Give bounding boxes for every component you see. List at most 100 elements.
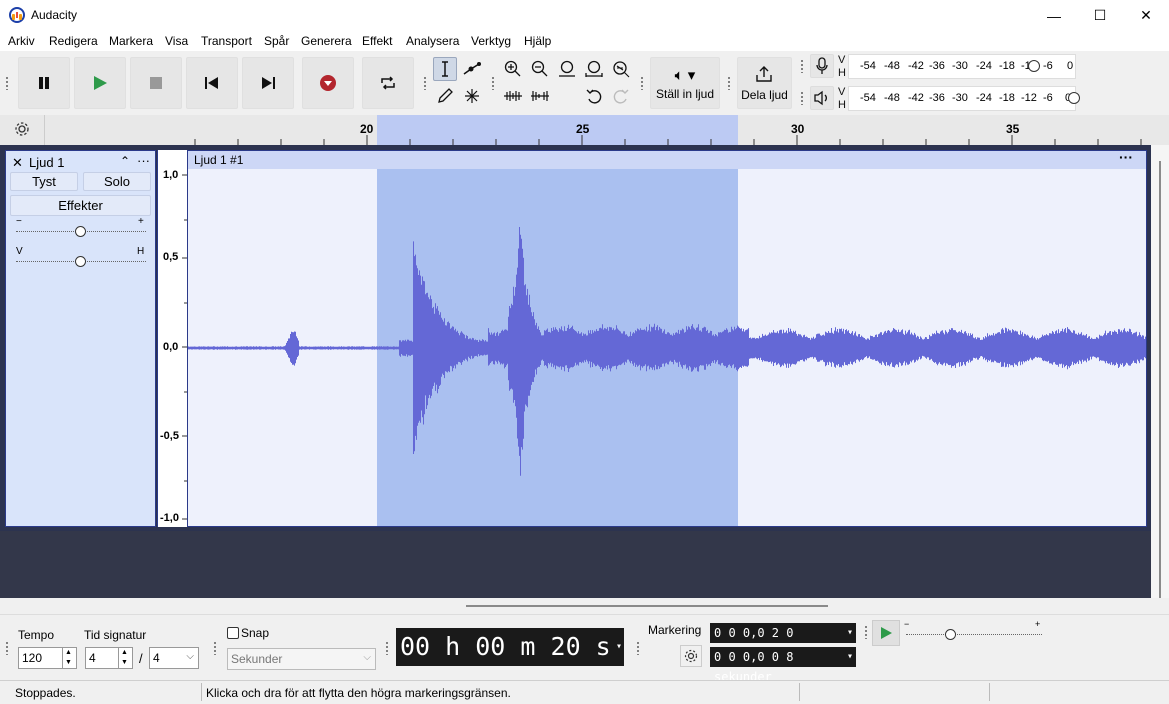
status-state: Stoppades.: [15, 686, 76, 700]
meter-tick: -6: [1043, 92, 1053, 104]
zoom-in-button[interactable]: [501, 57, 525, 81]
toolbar-grip[interactable]: [727, 76, 731, 90]
menu-analysera[interactable]: Analysera: [406, 34, 459, 48]
waveform[interactable]: [188, 168, 1146, 526]
toolbar: 🔈︎ ▾ Ställ in ljud Dela ljud V H V H -54…: [0, 51, 1169, 115]
horizontal-scroll-thumb[interactable]: [466, 605, 828, 607]
menu-hjalp[interactable]: Hjälp: [524, 34, 551, 48]
clip-menu-icon[interactable]: ···: [1119, 149, 1133, 165]
menu-redigera[interactable]: Redigera: [49, 34, 98, 48]
maximize-button[interactable]: ☐: [1077, 0, 1123, 31]
maximize-icon: ☐: [1093, 7, 1107, 23]
skip-end-button[interactable]: [242, 57, 294, 109]
time-signature-denominator[interactable]: 4 ⌵: [149, 647, 199, 669]
multi-tool-icon: [465, 89, 479, 103]
scale-label: 1,0: [163, 169, 179, 181]
toolbar-grip[interactable]: [491, 76, 495, 90]
skip-start-icon: [205, 77, 218, 89]
track-menu-icon[interactable]: ···: [137, 153, 150, 168]
silence-button[interactable]: [528, 84, 552, 108]
toolbar-grip[interactable]: [423, 76, 427, 90]
timeline-ruler[interactable]: 20 25 30 35: [0, 115, 1169, 145]
snap-unit-select[interactable]: Sekunder ⌵: [227, 648, 376, 670]
envelope-tool-button[interactable]: [460, 57, 484, 81]
playback-meter-button[interactable]: [810, 86, 834, 110]
toolbar-grip[interactable]: [864, 625, 868, 639]
skip-start-button[interactable]: [186, 57, 238, 109]
trim-button[interactable]: [501, 84, 525, 108]
time-display[interactable]: 00 h 00 m 20 s ▾: [396, 628, 624, 666]
zoom-toggle-button[interactable]: [609, 57, 633, 81]
clip-name[interactable]: Ljud 1 #1: [194, 153, 243, 167]
audio-clip[interactable]: [187, 150, 1147, 527]
vertical-scrollbar[interactable]: [1151, 145, 1169, 598]
empty-track-space[interactable]: [0, 531, 1151, 598]
toolbar-grip[interactable]: [636, 641, 640, 655]
vertical-scroll-thumb[interactable]: [1159, 161, 1161, 598]
audio-setup-button[interactable]: 🔈︎ ▾ Ställ in ljud: [650, 57, 720, 109]
menu-markera[interactable]: Markera: [109, 34, 153, 48]
menu-generera[interactable]: Generera: [301, 34, 352, 48]
time-signature-separator: /: [139, 651, 143, 666]
tempo-label: Tempo: [18, 628, 55, 642]
fit-selection-button[interactable]: [555, 57, 579, 81]
selection-end-value: 0 0 0,0 0 8 sekunder: [714, 650, 794, 684]
zoom-fit-icon: [585, 60, 603, 77]
selection-tool-button[interactable]: [433, 57, 457, 81]
menu-effekt[interactable]: Effekt: [362, 34, 392, 48]
record-button[interactable]: [302, 57, 354, 109]
share-audio-button[interactable]: Dela ljud: [737, 57, 792, 109]
playback-speed-slider-track[interactable]: [906, 634, 1042, 635]
zoom-out-button[interactable]: [528, 57, 552, 81]
playback-speed-slider-thumb[interactable]: [945, 629, 956, 640]
mute-button[interactable]: Tyst: [10, 172, 78, 191]
pan-slider-thumb[interactable]: [75, 256, 86, 267]
track-name[interactable]: Ljud 1: [29, 155, 64, 170]
close-track-icon[interactable]: ✕: [12, 155, 23, 171]
meter-tick: -6: [1043, 60, 1053, 72]
snap-checkbox[interactable]: [227, 627, 239, 639]
numerator-spinner-icon[interactable]: ▲ ▼: [118, 648, 128, 668]
menu-verktyg[interactable]: Verktyg: [471, 34, 511, 48]
toolbar-grip[interactable]: [800, 59, 804, 73]
draw-tool-button[interactable]: [433, 84, 457, 108]
loop-button[interactable]: [362, 57, 414, 109]
horizontal-scrollbar[interactable]: [0, 598, 1151, 614]
solo-button[interactable]: Solo: [83, 172, 151, 191]
play-button[interactable]: [74, 57, 126, 109]
undo-button[interactable]: [582, 84, 606, 108]
toolbar-grip[interactable]: [5, 641, 9, 655]
collapse-track-icon[interactable]: ⌃: [120, 154, 130, 168]
toolbar-grip[interactable]: [640, 76, 644, 90]
menu-arkiv[interactable]: Arkiv: [8, 34, 35, 48]
multi-tool-button[interactable]: [460, 84, 484, 108]
menu-transport[interactable]: Transport: [201, 34, 252, 48]
gain-plus-label: +: [138, 216, 144, 227]
playback-level-slider-thumb[interactable]: [1068, 92, 1080, 104]
play-at-speed-button[interactable]: [872, 620, 900, 646]
clip-header[interactable]: Ljud 1 #1 ···: [188, 149, 1146, 169]
record-meter-button[interactable]: [810, 54, 834, 78]
menu-spar[interactable]: Spår: [264, 34, 289, 48]
status-divider: [989, 683, 990, 701]
selection-end-time[interactable]: 0 0 0,0 0 8 sekunder ▾: [710, 647, 856, 684]
fit-project-button[interactable]: [582, 57, 606, 81]
redo-button[interactable]: [609, 84, 633, 108]
pause-button[interactable]: [18, 57, 70, 109]
tempo-spinner-icon[interactable]: ▲ ▼: [62, 648, 72, 668]
menu-visa[interactable]: Visa: [165, 34, 188, 48]
stop-button[interactable]: [130, 57, 182, 109]
toolbar-grip[interactable]: [5, 76, 9, 90]
selection-start-time[interactable]: 0 0 0,0 2 0 sekunder▾: [710, 623, 856, 660]
selection-settings-button[interactable]: [680, 645, 702, 667]
minimize-button[interactable]: —: [1031, 0, 1077, 31]
toolbar-grip[interactable]: [385, 641, 389, 655]
toolbar-grip[interactable]: [800, 91, 804, 105]
meter-tick: -18: [999, 92, 1015, 104]
time-signature-numerator-value: 4: [89, 651, 96, 665]
effects-button[interactable]: Effekter: [10, 195, 151, 216]
close-button[interactable]: ✕: [1123, 0, 1169, 31]
toolbar-grip[interactable]: [213, 641, 217, 655]
gain-slider-thumb[interactable]: [75, 226, 86, 237]
record-level-slider-thumb[interactable]: [1028, 60, 1040, 72]
